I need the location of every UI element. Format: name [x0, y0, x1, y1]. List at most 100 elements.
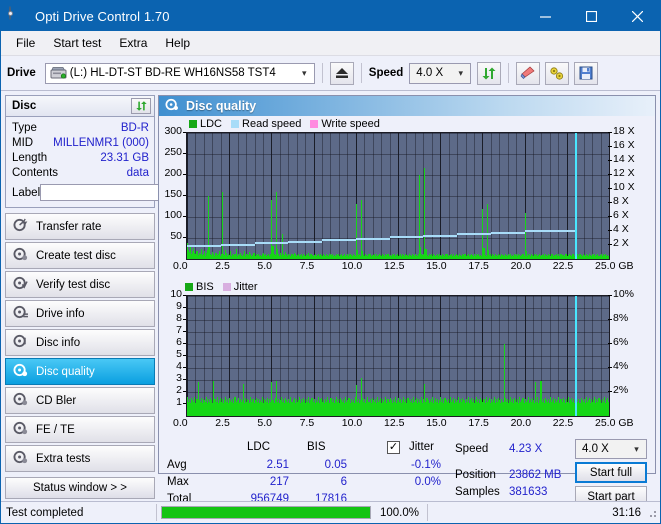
status-divider-1 — [156, 504, 157, 521]
samples-stat-label: Samples — [455, 486, 500, 498]
sidebar-item-verify-test-disc[interactable]: Verify test disc — [5, 271, 155, 298]
stats-avg-jitter: -0.1% — [410, 459, 441, 471]
disc-mid-value: MILLENMR1 (000) — [53, 136, 149, 149]
status-bar: Test completed 100.0% 31:16 — [1, 501, 660, 523]
jitter-checkbox[interactable]: ✓ — [387, 441, 400, 454]
speed-stat-label: Speed — [455, 443, 489, 455]
menu-file[interactable]: File — [7, 33, 44, 53]
disc-info-list: Type BD-R MID MILLENMR1 (000) Length 23.… — [6, 117, 245, 207]
start-full-button[interactable]: Start full — [575, 462, 647, 483]
sidebar-item-fe-te[interactable]: FE / TE — [5, 416, 155, 443]
bis-chart-legend: BIS Jitter — [185, 281, 263, 293]
bis-plot-area[interactable] — [186, 295, 610, 417]
tools-button[interactable] — [545, 61, 570, 85]
disc-length-label: Length — [12, 151, 48, 164]
sidebar-item-label: CD Bler — [36, 394, 77, 407]
erase-button[interactable] — [516, 61, 541, 85]
disc-type-value: BD-R — [120, 121, 149, 134]
stats-col-ldc: LDC — [247, 441, 271, 453]
sidebar-item-create-test-disc[interactable]: Create test disc — [5, 242, 155, 269]
sidebar-item-cd-bler[interactable]: CD Bler — [5, 387, 155, 414]
progress-fill — [162, 507, 370, 518]
progress-percent: 100.0% — [380, 506, 420, 519]
chevron-down-icon: ▾ — [634, 443, 639, 454]
sidebar: Disc Type BD-R MID MILLENMR1 (000) Lengt… — [1, 91, 245, 474]
toolbar-divider-2 — [360, 63, 362, 83]
elapsed-time: 31:16 — [612, 506, 641, 519]
disc-contents-label: Contents — [12, 166, 59, 179]
sidebar-item-disc-info[interactable]: Disc info — [5, 329, 155, 356]
sidebar-item-extra-tests[interactable]: Extra tests — [5, 445, 155, 472]
disc-info-icon — [13, 334, 28, 351]
legend-label-ldc: LDC — [200, 118, 223, 130]
gauge-icon — [13, 218, 28, 235]
legend-swatch-write-speed — [310, 120, 319, 128]
test-speed-select[interactable]: 4.0 X ▾ — [575, 439, 647, 459]
start-full-label: Start full — [589, 466, 633, 479]
jitter-label: Jitter — [409, 441, 434, 453]
disc-check-icon — [13, 276, 28, 293]
app-window: Opti Drive Control 1.70 File Start test … — [0, 0, 661, 524]
status-message: Test completed — [6, 506, 84, 519]
close-button[interactable] — [614, 1, 660, 31]
drive-icon — [50, 66, 67, 80]
status-window-label: Status window > > — [33, 482, 127, 494]
toolbar-divider-1 — [321, 63, 323, 83]
panel-title: Disc quality — [186, 99, 257, 113]
disc-panel: Disc Type BD-R MID MILLENMR1 (000) Lengt… — [5, 95, 245, 208]
stats-panel: LDC BIS ✓ Jitter Avg 2.51 0.05 -0.1% Max… — [159, 439, 655, 507]
legend-item-ldc: LDC — [189, 118, 222, 130]
window-title: Opti Drive Control 1.70 — [35, 8, 170, 24]
disc-row-contents: Contents data — [12, 165, 149, 180]
legend-label-read-speed: Read speed — [242, 118, 302, 130]
legend-swatch-read-speed — [231, 120, 240, 128]
cd-bler-icon — [13, 392, 28, 409]
legend-swatch-bis — [185, 283, 193, 291]
resize-grip[interactable] — [646, 507, 658, 519]
menu-extra[interactable]: Extra — [110, 33, 156, 53]
stats-avg-bis: 0.05 — [324, 459, 347, 471]
chevron-down-icon: ▾ — [302, 67, 307, 78]
refresh-button[interactable] — [477, 61, 502, 85]
body: Disc Type BD-R MID MILLENMR1 (000) Lengt… — [1, 91, 660, 507]
menu-start-test[interactable]: Start test — [44, 33, 110, 53]
ldc-plot-area[interactable] — [186, 132, 610, 260]
speed-label: Speed — [368, 67, 404, 79]
sidebar-item-label: Disc info — [36, 336, 81, 349]
chevron-down-icon: ▾ — [458, 67, 464, 78]
stats-max-bis: 6 — [340, 476, 347, 488]
disc-mid-label: MID — [12, 136, 34, 149]
window-controls — [522, 1, 660, 31]
drive-select[interactable]: (L:) HL-DT-ST BD-RE WH16NS58 TST4 ▾ — [44, 62, 315, 84]
sidebar-item-label: Drive info — [36, 307, 85, 320]
sidebar-item-disc-quality[interactable]: Disc quality — [5, 358, 155, 385]
stats-avg-ldc: 2.51 — [266, 459, 289, 471]
disc-length-value: 23.31 GB — [100, 151, 149, 164]
ldc-chart-legend: LDC Read speed Write speed — [189, 118, 385, 130]
minimize-button[interactable] — [522, 1, 568, 31]
legend-item-jitter: Jitter — [222, 281, 258, 293]
progress-bar — [161, 506, 371, 519]
eject-button[interactable] — [329, 61, 354, 85]
ldc-chart: LDC Read speed Write speed 300 250 200 150 1… — [164, 118, 635, 272]
nav-list: Transfer rate Create test disc Verify te… — [5, 213, 155, 472]
disc-quality-header: Disc quality — [159, 96, 655, 116]
disc-refresh-button[interactable] — [131, 98, 151, 114]
toolbar-divider-3 — [508, 63, 510, 83]
speed-select[interactable]: 4.0 X ▾ — [409, 62, 472, 84]
drive-toolbar: Drive (L:) HL-DT-ST BD-RE WH16NS58 TST4 … — [1, 56, 660, 91]
sidebar-item-transfer-rate[interactable]: Transfer rate — [5, 213, 155, 240]
save-button[interactable] — [574, 61, 599, 85]
sidebar-item-label: Create test disc — [36, 249, 116, 262]
disc-quality-icon — [13, 363, 28, 380]
disc-row-length: Length 23.31 GB — [12, 150, 149, 165]
maximize-button[interactable] — [568, 1, 614, 31]
sidebar-item-drive-info[interactable]: Drive info — [5, 300, 155, 327]
disc-quality-icon — [165, 98, 179, 114]
legend-swatch-jitter — [222, 283, 231, 291]
sidebar-item-label: Disc quality — [36, 365, 95, 378]
fe-te-icon — [13, 421, 28, 438]
menu-help[interactable]: Help — [156, 33, 199, 53]
drive-value: (L:) HL-DT-ST BD-RE WH16NS58 TST4 — [69, 67, 276, 79]
status-window-button[interactable]: Status window > > — [5, 477, 155, 499]
